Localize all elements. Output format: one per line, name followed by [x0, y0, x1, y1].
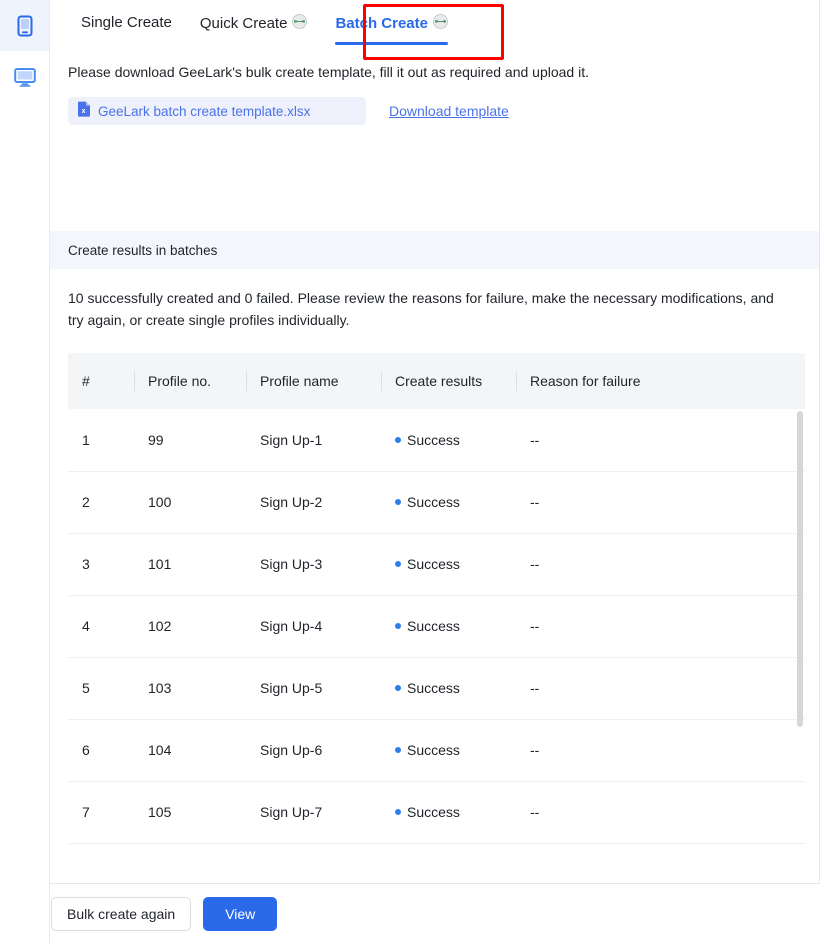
- sidebar-item-phone-profiles[interactable]: [0, 0, 49, 51]
- sidebar-item-desktop-profiles[interactable]: [0, 51, 49, 102]
- table-row: 4 102 Sign Up-4 Success --: [68, 595, 805, 658]
- cell-profile-name: Sign Up-2: [246, 471, 381, 534]
- app-window: Single Create Quick Create Batch Create …: [0, 0, 829, 944]
- status-dot-icon: [395, 499, 401, 505]
- tab-label: Single Create: [81, 14, 172, 31]
- results-table-scrollbar[interactable]: [797, 411, 803, 727]
- cell-reason: --: [516, 409, 805, 472]
- svg-text:x: x: [82, 108, 86, 115]
- tab-label: Quick Create: [199, 15, 288, 32]
- cell-index: 1: [68, 409, 134, 472]
- status-dot-icon: [395, 561, 401, 567]
- template-upload-row: x GeeLark batch create template.xlsx Dow…: [50, 82, 819, 125]
- cell-profile-name: Sign Up-4: [246, 595, 381, 658]
- cell-reason: --: [516, 657, 805, 720]
- results-table: # Profile no. Profile name Create result…: [68, 353, 805, 844]
- help-video-badge-icon[interactable]: [292, 14, 308, 33]
- cell-index: 7: [68, 781, 134, 844]
- column-header-profile-name: Profile name: [246, 353, 381, 409]
- status-badge: Success: [407, 680, 460, 696]
- table-row: 5 103 Sign Up-5 Success --: [68, 657, 805, 720]
- left-icon-rail: [0, 0, 50, 944]
- table-row: 2 100 Sign Up-2 Success --: [68, 471, 805, 534]
- uploaded-file-chip[interactable]: x GeeLark batch create template.xlsx: [68, 97, 366, 125]
- status-dot-icon: [395, 809, 401, 815]
- column-header-index: #: [68, 353, 134, 409]
- status-badge: Success: [407, 494, 460, 510]
- status-badge: Success: [407, 618, 460, 634]
- cell-profile-no: 100: [134, 471, 246, 534]
- cell-index: 6: [68, 719, 134, 782]
- status-badge: Success: [407, 742, 460, 758]
- column-header-profile-no: Profile no.: [134, 353, 246, 409]
- cell-profile-no: 99: [134, 409, 246, 472]
- tab-label: Batch Create: [335, 15, 428, 32]
- results-summary-text: 10 successfully created and 0 failed. Pl…: [68, 290, 774, 328]
- table-row: 1 99 Sign Up-1 Success --: [68, 409, 805, 472]
- cell-index: 2: [68, 471, 134, 534]
- cell-profile-name: Sign Up-5: [246, 657, 381, 720]
- status-dot-icon: [395, 685, 401, 691]
- cell-reason: --: [516, 471, 805, 534]
- results-table-body: 1 99 Sign Up-1 Success -- 2 100 Sign Up-2 Succes…: [68, 409, 805, 844]
- monitor-icon: [13, 67, 36, 87]
- status-badge: Success: [407, 556, 460, 572]
- status-badge: Success: [407, 431, 460, 448]
- upload-dropzone-space: [50, 125, 819, 231]
- cell-create-result: Success: [381, 781, 516, 844]
- active-tab-underline: [335, 42, 448, 45]
- cell-reason: --: [516, 533, 805, 596]
- column-header-reason: Reason for failure: [516, 353, 805, 409]
- cell-profile-no: 101: [134, 533, 246, 596]
- cell-profile-name: Sign Up-1: [246, 409, 381, 472]
- column-header-create-result: Create results: [381, 353, 516, 409]
- xlsx-file-icon: x: [77, 101, 91, 122]
- cell-reason: --: [516, 595, 805, 658]
- cell-profile-no: 105: [134, 781, 246, 844]
- status-dot-icon: [395, 623, 401, 629]
- upload-instruction: Please download GeeLark's bulk create te…: [68, 64, 589, 80]
- phone-icon: [16, 15, 34, 37]
- table-row: 6 104 Sign Up-6 Success --: [68, 719, 805, 782]
- cell-create-result: Success: [381, 719, 516, 782]
- cell-create-result: Success: [381, 533, 516, 596]
- status-badge: Success: [407, 804, 460, 820]
- table-header-row: # Profile no. Profile name Create result…: [68, 353, 805, 409]
- download-template-link[interactable]: Download template: [389, 103, 509, 119]
- bulk-create-again-button[interactable]: Bulk create again: [51, 897, 192, 931]
- tab-quick-create[interactable]: Quick Create: [186, 14, 322, 45]
- cell-create-result: Success: [381, 595, 516, 658]
- cell-create-result: Success: [381, 471, 516, 534]
- cell-create-result: Success: [381, 409, 516, 472]
- main-column: Single Create Quick Create Batch Create …: [50, 0, 829, 944]
- results-table-wrapper: # Profile no. Profile name Create result…: [68, 353, 805, 883]
- status-dot-icon: [395, 436, 401, 443]
- cell-index: 5: [68, 657, 134, 720]
- cell-profile-name: Sign Up-6: [246, 719, 381, 782]
- uploaded-file-name: GeeLark batch create template.xlsx: [98, 103, 311, 119]
- cell-profile-name: Sign Up-7: [246, 781, 381, 844]
- cell-reason: --: [516, 719, 805, 782]
- cell-index: 3: [68, 533, 134, 596]
- results-band-title: Create results in batches: [50, 231, 819, 269]
- cell-profile-no: 104: [134, 719, 246, 782]
- status-dot-icon: [395, 747, 401, 753]
- tab-bar: Single Create Quick Create Batch Create: [50, 0, 819, 60]
- cell-reason: --: [516, 781, 805, 844]
- cell-create-result: Success: [381, 657, 516, 720]
- table-row: 7 105 Sign Up-7 Success --: [68, 781, 805, 844]
- results-table-head: # Profile no. Profile name Create result…: [68, 353, 805, 409]
- tab-batch-create[interactable]: Batch Create: [321, 14, 462, 45]
- table-row: 3 101 Sign Up-3 Success --: [68, 533, 805, 596]
- view-button[interactable]: View: [203, 897, 278, 931]
- cell-index: 4: [68, 595, 134, 658]
- footer-actions: Bulk create again View: [50, 884, 829, 944]
- help-video-badge-icon[interactable]: [433, 14, 448, 33]
- cell-profile-no: 102: [134, 595, 246, 658]
- cell-profile-no: 103: [134, 657, 246, 720]
- tab-single-create[interactable]: Single Create: [67, 14, 186, 43]
- cell-profile-name: Sign Up-3: [246, 533, 381, 596]
- create-profile-card: Single Create Quick Create Batch Create …: [50, 0, 820, 884]
